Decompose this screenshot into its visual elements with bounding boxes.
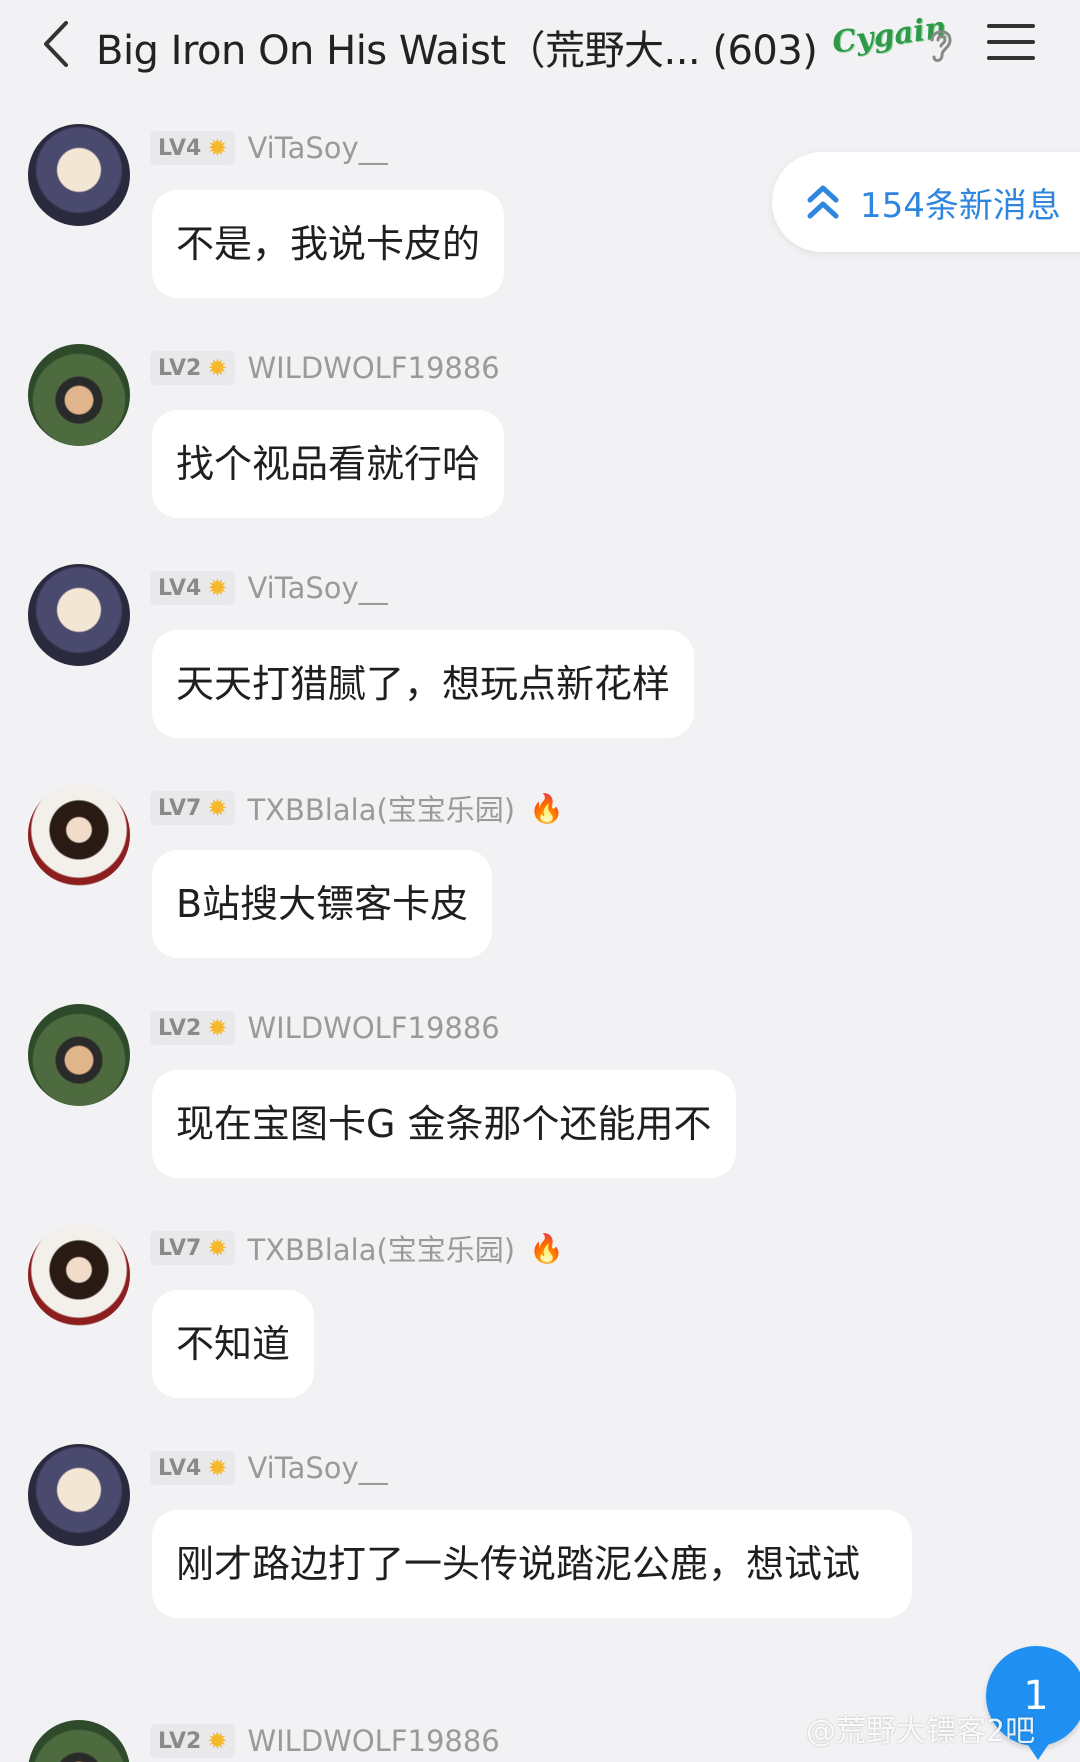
level-badge: LV4 ✹ [150,131,236,165]
message-bubble[interactable]: B站搜大镖客卡皮 [152,850,493,958]
message-bubble[interactable]: 不知道 [152,1290,315,1398]
avatar[interactable] [28,1224,130,1326]
level-badge: LV2 ✹ [150,351,236,385]
username[interactable]: WILDWOLF19886 [247,1724,499,1758]
level-text: LV7 [158,795,202,821]
level-badge: LV7 ✹ [150,791,236,825]
level-text: LV7 [158,1235,202,1261]
username[interactable]: ViTaSoy__ [247,1451,387,1485]
message-meta: LV7 ✹ TXBBlala(宝宝乐园) 🔥 [150,788,564,828]
chat-title[interactable]: Big Iron On His Waist（荒野大... (603) [96,18,818,76]
username[interactable]: TXBBlala(宝宝乐园) [247,1227,515,1269]
message-bubble[interactable]: 找个视品看就行哈 [152,410,505,518]
level-text: LV2 [158,355,202,381]
star-icon: ✹ [207,794,228,822]
message-meta: LV2 ✹ WILDWOLF19886 [150,1008,500,1048]
message-bubble[interactable]: 刚才路边打了一头传说踏泥公鹿，想试试 [152,1510,912,1618]
avatar[interactable] [28,1720,130,1762]
back-button[interactable] [30,14,80,74]
message-item: LV7 ✹ TXBBlala(宝宝乐园) 🔥 B站搜大镖客卡皮 [0,784,1080,964]
message-bubble[interactable]: 现在宝图卡G 金条那个还能用不 [152,1070,736,1178]
menu-button[interactable] [986,20,1036,64]
message-meta: LV7 ✹ TXBBlala(宝宝乐园) 🔥 [150,1228,564,1268]
star-icon: ✹ [207,1014,228,1042]
avatar[interactable] [28,1444,130,1546]
star-icon: ✹ [207,1454,228,1482]
hamburger-menu-icon [987,24,1035,60]
level-text: LV2 [158,1728,202,1754]
level-text: LV4 [158,1455,202,1481]
level-badge: LV4 ✹ [150,1451,236,1485]
new-messages-label: 154条新消息 [860,185,1061,226]
avatar[interactable] [28,124,130,226]
level-badge: LV7 ✹ [150,1231,236,1265]
message-meta: LV4 ✹ ViTaSoy__ [150,128,388,168]
level-badge: LV2 ✹ [150,1011,236,1045]
level-text: LV4 [158,135,202,161]
avatar[interactable] [28,564,130,666]
username[interactable]: ViTaSoy__ [247,131,387,165]
message-item: LV2 ✹ WILDWOLF19886 找个视品看就行哈 [0,344,1080,524]
star-icon: ✹ [207,574,228,602]
level-badge: LV4 ✹ [150,571,236,605]
username[interactable]: WILDWOLF19886 [247,351,499,385]
message-meta: LV4 ✹ ViTaSoy__ [150,1448,388,1488]
chevron-left-icon [44,21,68,67]
message-item: LV4 ✹ ViTaSoy__ 天天打猎腻了，想玩点新花样 [0,564,1080,744]
message-meta: LV2 ✹ WILDWOLF19886 [150,348,500,388]
message-item: LV4 ✹ ViTaSoy__ 刚才路边打了一头传说踏泥公鹿，想试试 [0,1444,1080,1684]
flame-icon: 🔥 [529,791,564,825]
avatar[interactable] [28,784,130,886]
star-icon: ✹ [207,134,228,162]
ear-icon [930,30,952,62]
level-badge: LV2 ✹ [150,1724,236,1758]
star-icon: ✹ [207,354,228,382]
level-text: LV2 [158,1015,202,1041]
username[interactable]: TXBBlala(宝宝乐园) [247,787,515,829]
level-text: LV4 [158,575,202,601]
username[interactable]: ViTaSoy__ [247,571,387,605]
message-item: LV2 ✹ WILDWOLF19886 现在宝图卡G 金条那个还能用不 [0,1004,1080,1184]
double-chevron-up-icon [807,185,839,219]
message-meta: LV4 ✹ ViTaSoy__ [150,568,388,608]
message-meta: LV2 ✹ WILDWOLF19886 [150,1724,500,1758]
avatar[interactable] [28,1004,130,1106]
flame-icon: 🔥 [529,1231,564,1265]
avatar[interactable] [28,344,130,446]
message-bubble[interactable]: 不是，我说卡皮的 [152,190,505,298]
message-bubble[interactable]: 天天打猎腻了，想玩点新花样 [152,630,695,738]
star-icon: ✹ [207,1727,228,1755]
chat-header: Big Iron On His Waist（荒野大... (603) Cygai… [0,0,1080,92]
message-item: LV7 ✹ TXBBlala(宝宝乐园) 🔥 不知道 [0,1224,1080,1404]
new-messages-button[interactable]: 154条新消息 [772,152,1080,252]
username[interactable]: WILDWOLF19886 [247,1011,499,1045]
star-icon: ✹ [207,1234,228,1262]
ear-mode-button[interactable] [922,22,958,68]
watermark: @荒野大镖客2吧 [806,1714,1036,1749]
